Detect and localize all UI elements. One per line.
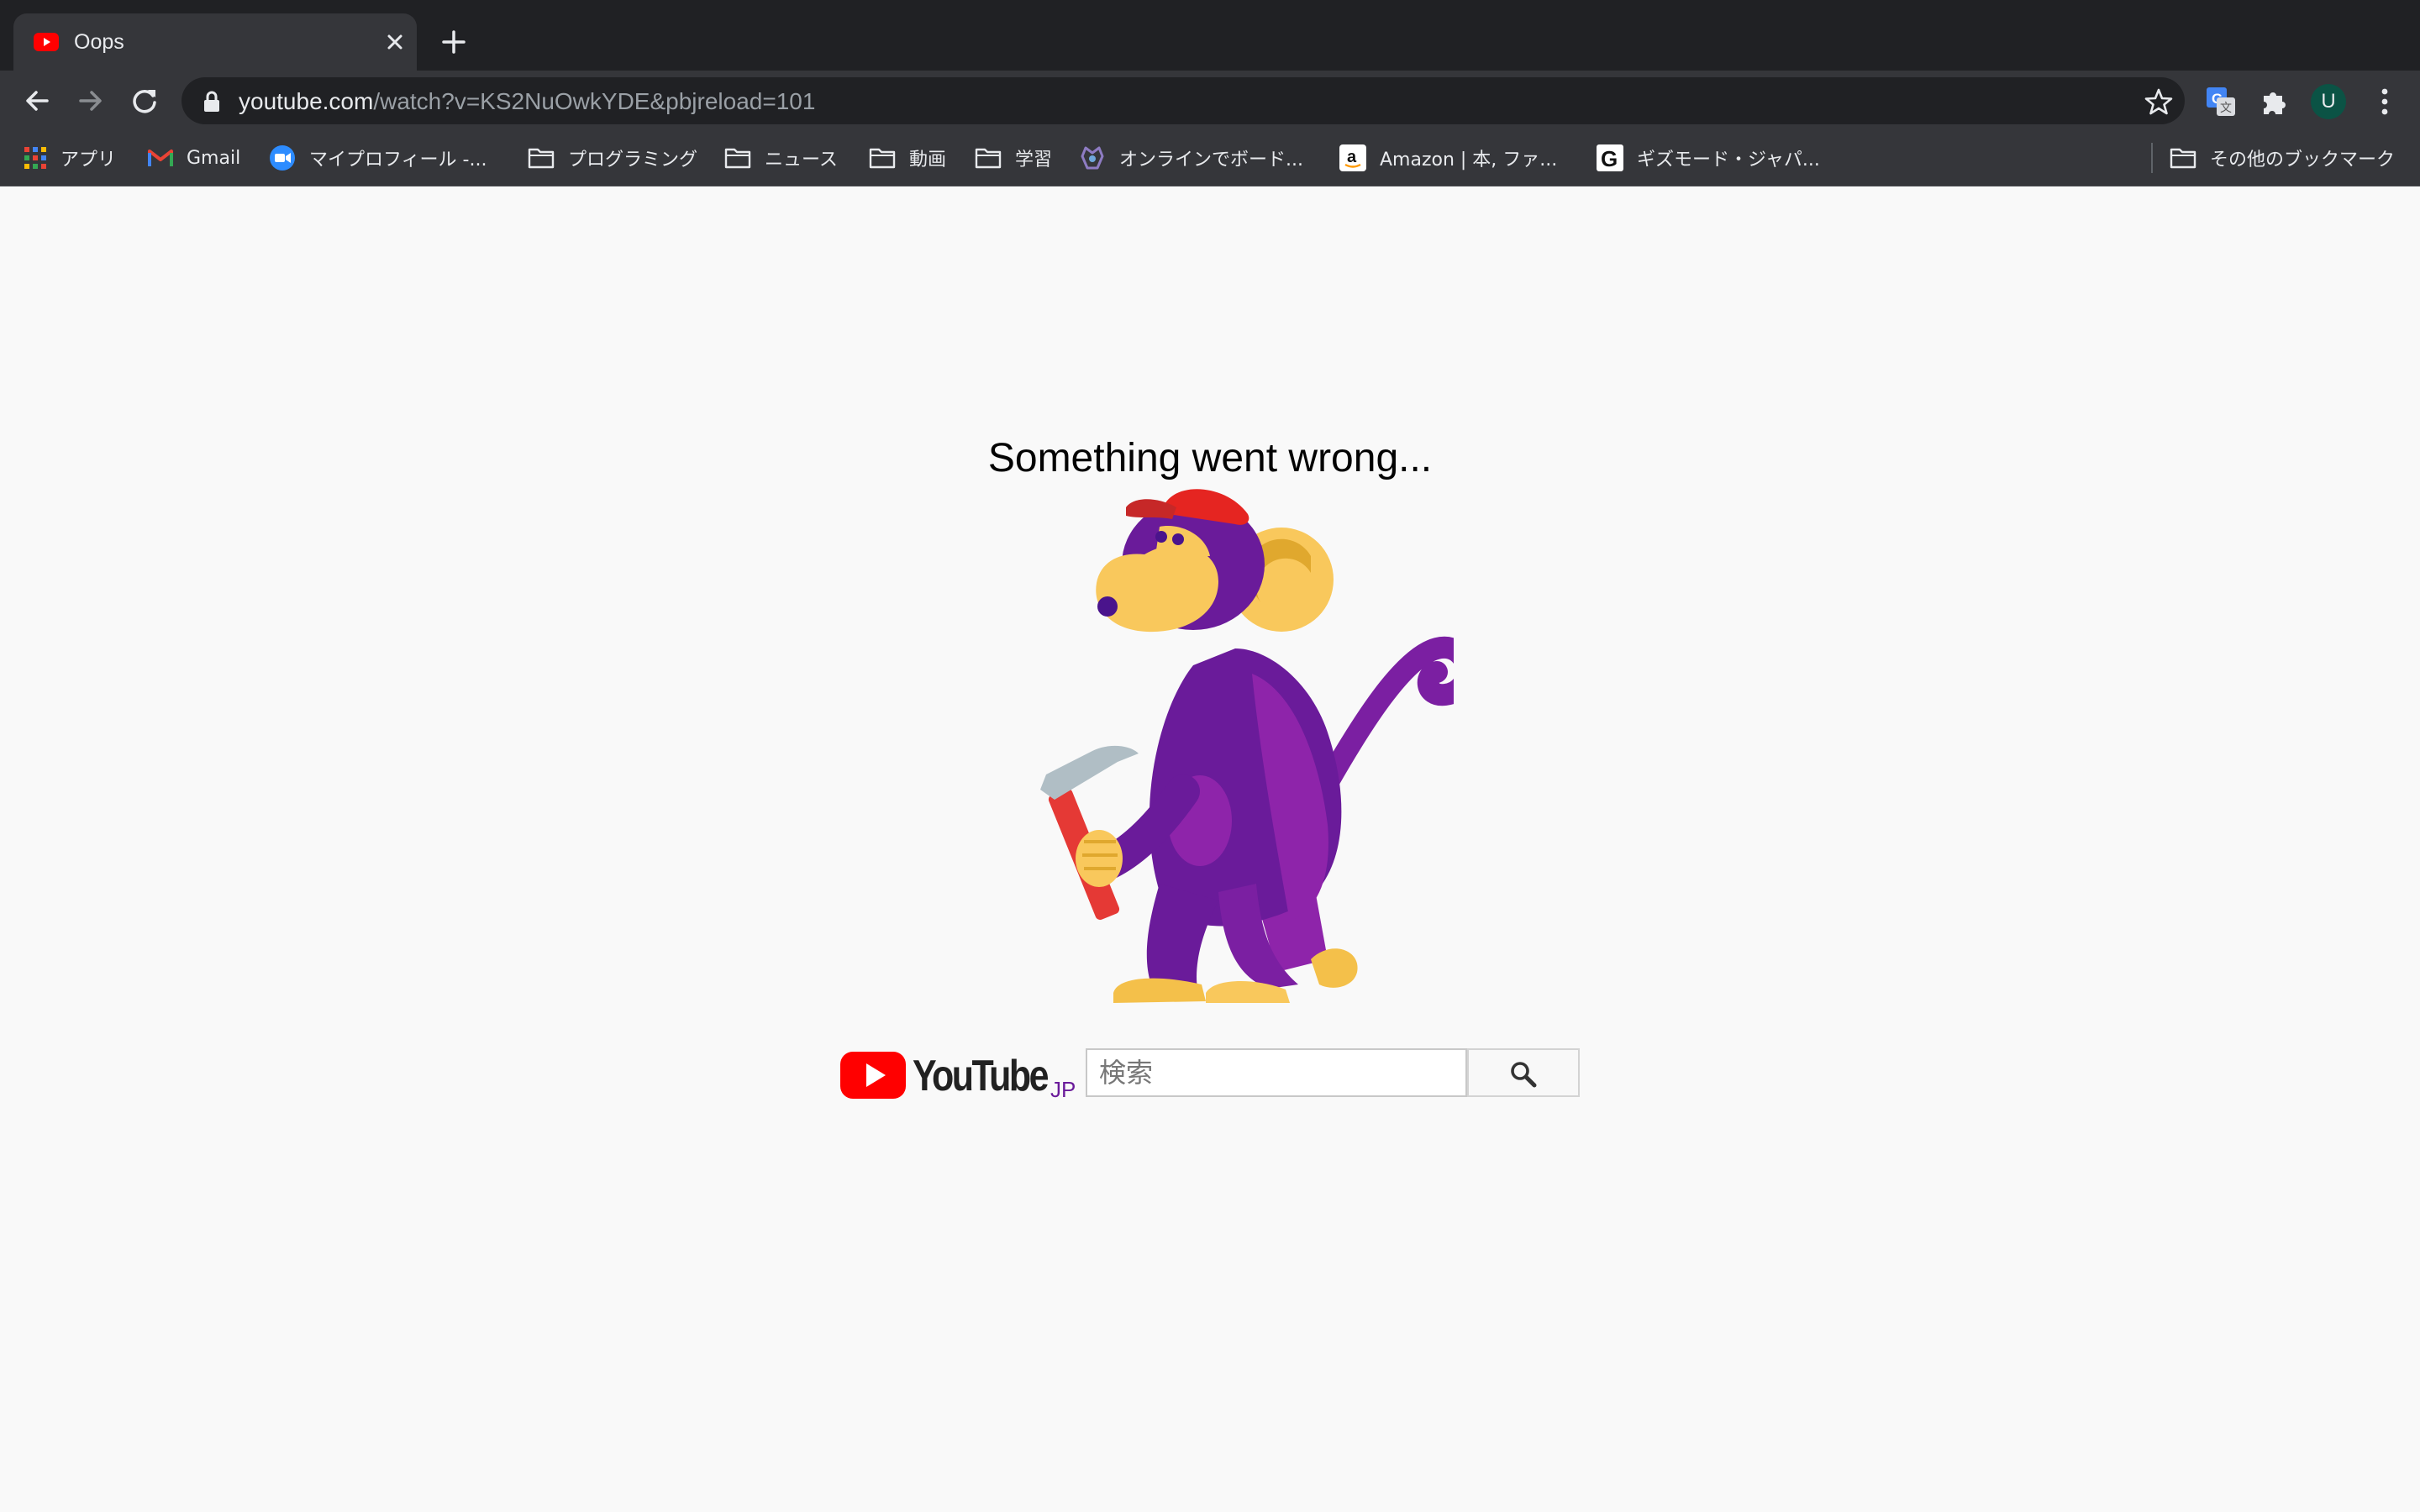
search-button[interactable] — [1467, 1048, 1580, 1097]
close-tab-icon[interactable] — [381, 29, 408, 55]
bookmark-online-board-games[interactable]: オンラインでボード... — [1079, 143, 1303, 173]
bookmark-gmail[interactable]: Gmail — [148, 143, 240, 173]
board-game-icon — [1081, 146, 1104, 170]
apps-grid-icon — [24, 147, 46, 169]
browser-toolbar: youtube.com/watch?v=KS2NuOwkYDE&pbjreloa… — [0, 71, 2420, 131]
folder-icon — [724, 148, 751, 169]
bookmark-gizmodo[interactable]: G ギズモード・ジャパ... — [1597, 143, 1820, 173]
bookmark-label: Gmail — [187, 147, 241, 169]
browser-tab[interactable]: Oops — [13, 13, 417, 71]
bookmark-amazon[interactable]: a Amazon | 本, ファ... — [1339, 143, 1557, 173]
extensions-puzzle-icon[interactable] — [2259, 86, 2291, 118]
bookmarks-bar: アプリ Gmail マイプロフィール -... プログラミング ニュース 動画 … — [0, 131, 2420, 186]
svg-text:G: G — [1601, 146, 1618, 171]
logo-region-label: JP — [1050, 1077, 1076, 1102]
more-menu-icon[interactable] — [2370, 86, 2400, 118]
bookmark-label: アプリ — [60, 150, 117, 171]
bookmark-label: プログラミング — [568, 150, 698, 171]
bookmark-folder-study[interactable]: 学習 — [975, 143, 1052, 173]
bookmark-star-icon[interactable] — [2144, 87, 2173, 116]
svg-text:文: 文 — [2220, 102, 2232, 115]
tab-strip: Oops — [0, 0, 2420, 71]
lock-icon[interactable] — [203, 91, 220, 113]
bookmark-label: ギズモード・ジャパ... — [1637, 150, 1820, 171]
url-host: youtube.com — [239, 88, 374, 114]
bookmark-label: 動画 — [909, 150, 947, 171]
error-title: Something went wrong... — [987, 436, 1433, 480]
translate-extension-icon[interactable]: G 文 — [2205, 86, 2237, 118]
bookmark-other-folder[interactable]: その他のブックマーク — [2170, 143, 2395, 173]
folder-icon — [975, 148, 1002, 169]
url-text[interactable]: youtube.com/watch?v=KS2NuOwkYDE&pbjreloa… — [239, 87, 815, 116]
folder-icon — [869, 148, 896, 169]
zoom-icon — [270, 145, 295, 171]
page-content: Something went wrong... YouTube JP 検索 — [0, 186, 2420, 1512]
svg-text:YouTube: YouTube — [913, 1052, 1049, 1100]
gizmodo-icon: G — [1597, 144, 1623, 171]
bookmark-label: オンラインでボード... — [1119, 150, 1303, 171]
search-input[interactable] — [1086, 1048, 1467, 1097]
tab-title: Oops — [74, 30, 124, 54]
bookmarks-separator — [2151, 143, 2153, 173]
profile-avatar[interactable]: U — [2311, 84, 2346, 119]
folder-icon — [528, 148, 555, 169]
broken-monkey-illustration — [1040, 489, 1454, 1003]
search-icon — [1511, 1062, 1537, 1088]
bookmark-label: Amazon | 本, ファ... — [1380, 150, 1558, 171]
new-tab-icon[interactable] — [437, 25, 471, 59]
bookmark-folder-news[interactable]: ニュース — [724, 143, 838, 173]
svg-text:a: a — [1347, 148, 1357, 166]
bookmark-zoom-profile[interactable]: マイプロフィール -... — [269, 143, 487, 173]
bookmark-label: ニュース — [765, 150, 838, 171]
bookmark-label: その他のブックマーク — [2210, 150, 2396, 171]
back-arrow-icon[interactable] — [20, 84, 54, 118]
reload-icon[interactable] — [128, 84, 161, 118]
youtube-icon — [34, 33, 59, 51]
bookmark-label: 学習 — [1015, 150, 1053, 171]
bookmark-apps[interactable]: アプリ — [24, 143, 116, 173]
gmail-icon — [148, 150, 173, 166]
folder-icon — [2170, 148, 2196, 169]
address-bar[interactable]: youtube.com/watch?v=KS2NuOwkYDE&pbjreloa… — [182, 77, 2185, 124]
youtube-logo[interactable]: YouTube — [840, 1043, 1050, 1110]
bookmark-folder-videos[interactable]: 動画 — [869, 143, 946, 173]
forward-arrow-icon[interactable] — [74, 84, 108, 118]
bookmark-folder-programming[interactable]: プログラミング — [528, 143, 697, 173]
url-path: /watch?v=KS2NuOwkYDE&pbjreload=101 — [373, 88, 816, 114]
bookmark-label: マイプロフィール -... — [309, 150, 487, 171]
amazon-icon: a — [1339, 144, 1366, 171]
